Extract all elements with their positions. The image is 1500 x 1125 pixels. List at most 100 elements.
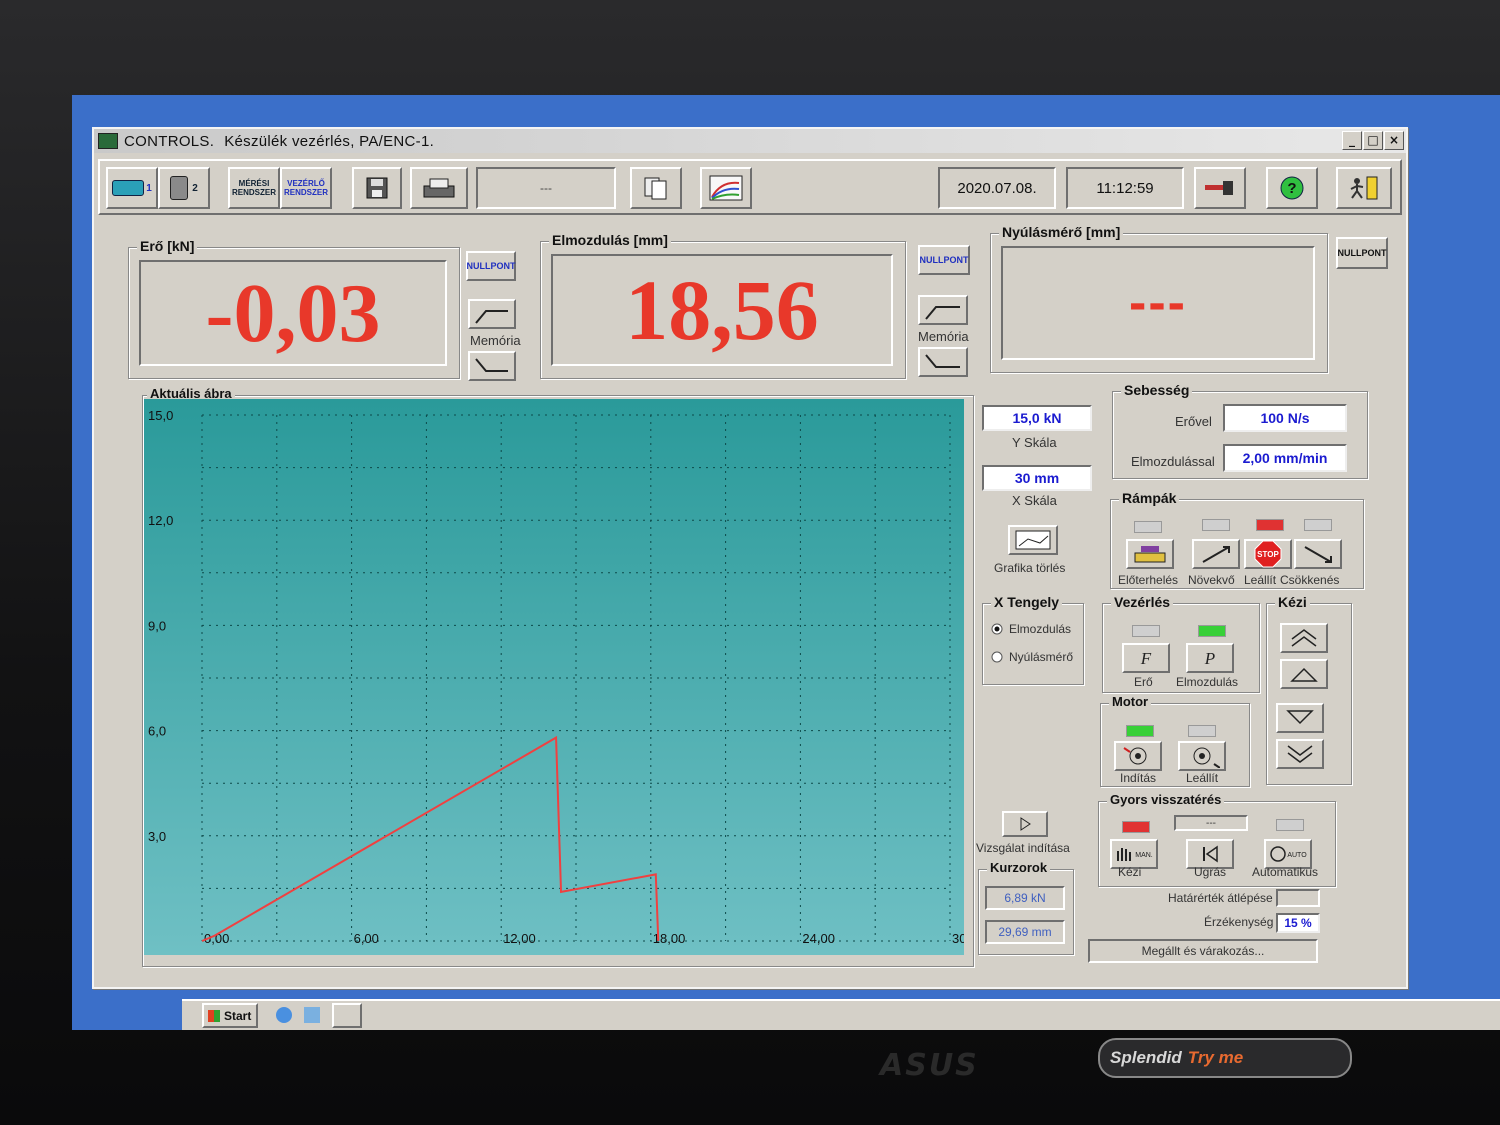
x-scale-field[interactable]: 30 mm <box>982 465 1092 491</box>
motor-start-label: Indítás <box>1120 771 1157 785</box>
fast-return-jump-label: Ugrás <box>1194 865 1227 879</box>
x-axis-option-displacement[interactable]: Elmozdulás <box>991 622 1071 636</box>
controls-window: CONTROLS. Készülék vezérlés, PA/ENC-1. _… <box>92 127 1408 989</box>
help-button[interactable]: ? <box>1266 167 1318 209</box>
force-display: -0,03 <box>139 260 447 366</box>
manual-up-button[interactable] <box>1280 659 1328 689</box>
motor-start-led <box>1126 725 1154 737</box>
taskbar: Start <box>182 999 1500 1030</box>
start-test-button[interactable] <box>1002 811 1048 837</box>
ramp-stop-label: Leállít <box>1244 573 1277 587</box>
displacement-display: 18,56 <box>551 254 893 366</box>
manual-down-button[interactable] <box>1276 703 1324 733</box>
auto-icon: AUTO <box>1270 846 1307 862</box>
splendid-badge: Splendid Try me <box>1098 1038 1352 1078</box>
displacement-memory-max-button[interactable] <box>918 295 968 325</box>
toolbar: 1 2 MÉRÉSI RENDSZER VEZÉRLŐ RENDSZER --- <box>98 159 1402 215</box>
start-label: Start <box>224 1008 252 1023</box>
control-system-label-1: VEZÉRLŐ <box>287 179 325 188</box>
screen: CONTROLS. Készülék vezérlés, PA/ENC-1. _… <box>72 95 1500 1030</box>
x-tick-label: 12,00 <box>503 931 536 946</box>
speed-disp-field[interactable]: 2,00 mm/min <box>1223 444 1347 472</box>
svg-text:F: F <box>1140 649 1152 668</box>
documents-button[interactable] <box>630 167 682 209</box>
control-force-label: Erő <box>1134 675 1153 689</box>
fast-return-status: --- <box>1174 815 1248 831</box>
desktop-icon[interactable] <box>304 1007 320 1023</box>
radio-empty-icon <box>991 651 1003 663</box>
cursors-label: Kurzorok <box>987 860 1051 875</box>
machine-2-button[interactable]: 2 <box>158 167 210 209</box>
fast-return-manual-led <box>1122 821 1150 833</box>
ramp-stop-button[interactable]: STOP <box>1244 539 1292 569</box>
preload-button[interactable] <box>1126 539 1174 569</box>
peak-down-icon <box>475 358 508 372</box>
ramp-preload-label: Előterhelés <box>1118 573 1179 587</box>
chart-area: 15,0 12,0 9,0 6,0 3,0 0,00 6,00 12,00 18,00 24,00… <box>144 399 985 955</box>
ramp-decrease-button[interactable] <box>1294 539 1342 569</box>
motor-stop-button[interactable] <box>1178 741 1226 771</box>
force-memory-min-button[interactable] <box>468 351 516 381</box>
force-memory-max-button[interactable] <box>468 299 516 329</box>
x-axis-option-extensometer[interactable]: Nyúlásmérő <box>991 650 1073 664</box>
manual-fast-down-button[interactable] <box>1276 739 1324 769</box>
extensometer-nullpoint-button[interactable]: NULLPONT <box>1336 237 1388 269</box>
motor-start-button[interactable] <box>1114 741 1162 771</box>
speed-disp-value: 2,00 mm/min <box>1242 450 1328 466</box>
speed-force-field[interactable]: 100 N/s <box>1223 404 1347 432</box>
x-axis-group: X Tengely Elmozdulás Nyúlásmérő <box>982 594 1084 685</box>
start-button[interactable]: Start <box>202 1003 258 1028</box>
force-label: Erő [kN] <box>137 238 198 254</box>
graph-button[interactable] <box>700 167 752 209</box>
fast-return-status-text: --- <box>1206 817 1216 829</box>
minimize-button[interactable]: _ <box>1342 131 1362 150</box>
title-bar[interactable]: CONTROLS. Készülék vezérlés, PA/ENC-1. _… <box>94 129 1406 153</box>
ramp-increase-button[interactable] <box>1192 539 1240 569</box>
displacement-nullpoint-button[interactable]: NULLPONT <box>918 245 970 275</box>
sensitivity-field[interactable]: 15 % <box>1276 913 1320 933</box>
manual-fast-up-button[interactable] <box>1280 623 1328 653</box>
auto-icon-text: AUTO <box>1287 852 1307 859</box>
machine-1-button[interactable]: 1 <box>106 167 158 209</box>
cursor-disp-value: 29,69 mm <box>998 925 1052 939</box>
control-system-label-2: RENDSZER <box>283 188 328 197</box>
controls-task-button[interactable] <box>332 1003 362 1028</box>
tools-button[interactable] <box>1194 167 1246 209</box>
ramp-up-icon <box>1202 546 1230 563</box>
motor-label: Motor <box>1109 694 1152 709</box>
start-test-label: Vizsgálat indítása <box>976 841 1070 855</box>
close-button[interactable]: × <box>1384 131 1404 150</box>
displacement-value: 18,56 <box>625 262 819 358</box>
control-displacement-button[interactable]: P <box>1186 643 1234 673</box>
printer-icon <box>423 178 455 198</box>
x-scale-label: X Skála <box>1012 493 1057 508</box>
force-value: -0,03 <box>205 266 381 360</box>
hand-icon: MAN. <box>1117 848 1153 861</box>
date-text: 2020.07.08. <box>957 179 1037 197</box>
clear-graph-button[interactable] <box>1008 525 1058 555</box>
svg-text:P: P <box>1204 649 1215 668</box>
x-tick-label: 30,00 <box>952 931 964 946</box>
control-force-button[interactable]: F <box>1122 643 1170 673</box>
extensometer-group: Nyúlásmérő [mm] --- <box>990 224 1328 373</box>
measuring-system-button[interactable]: MÉRÉSI RENDSZER <box>228 167 280 209</box>
force-nullpoint-button[interactable]: NULLPONT <box>466 251 516 281</box>
displacement-memory-min-button[interactable] <box>918 347 968 377</box>
y-scale-label: Y Skála <box>1012 435 1057 450</box>
browser-icon[interactable] <box>276 1007 292 1023</box>
peak-down-icon <box>925 354 960 368</box>
maximize-button[interactable]: □ <box>1363 131 1383 150</box>
save-button[interactable] <box>352 167 402 209</box>
print-button[interactable] <box>410 167 468 209</box>
peak-up-icon <box>475 310 508 324</box>
control-force-led <box>1132 625 1160 637</box>
x-tick-label: 24,00 <box>802 931 835 946</box>
exit-button[interactable] <box>1336 167 1392 209</box>
ramp-increase-label: Növekvő <box>1188 573 1235 587</box>
time-text: 11:12:59 <box>1096 179 1154 197</box>
graph-icon <box>709 175 743 201</box>
displacement-memory-label: Memória <box>918 329 969 344</box>
y-scale-field[interactable]: 15,0 kN <box>982 405 1092 431</box>
control-system-button[interactable]: VEZÉRLŐ RENDSZER <box>280 167 332 209</box>
fast-return-manual-label: Kézi <box>1118 865 1142 879</box>
